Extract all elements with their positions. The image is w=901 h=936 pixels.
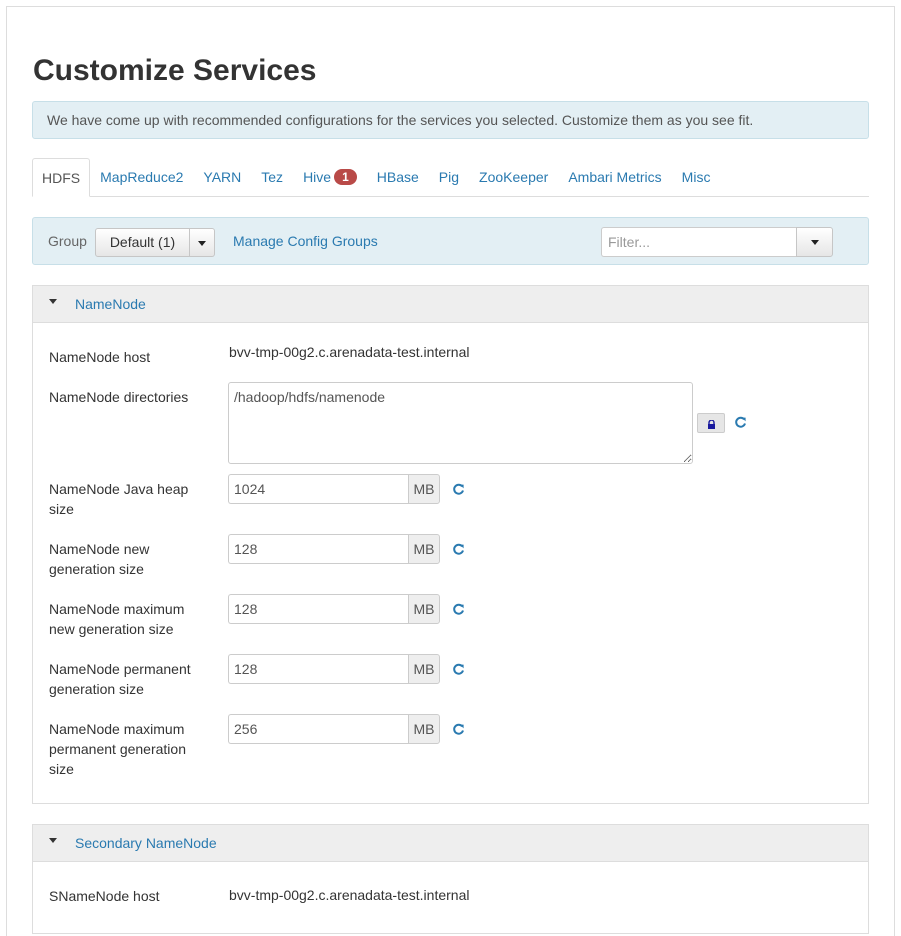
section-title[interactable]: NameNode xyxy=(75,296,146,312)
namenode-host-label: NameNode host xyxy=(49,349,151,365)
chevron-down-icon xyxy=(810,240,819,245)
section-header[interactable]: Secondary NameNode xyxy=(33,825,868,862)
tab-hdfs[interactable]: HDFS xyxy=(32,158,91,197)
new-gen-input[interactable] xyxy=(228,534,408,564)
perm-gen-input-group: MB xyxy=(228,654,440,684)
snamenode-host-label: SNameNode host xyxy=(49,888,160,904)
unit-addon: MB xyxy=(408,654,440,684)
unit-addon: MB xyxy=(408,714,440,744)
namenode-host-value: bvv-tmp-00g2.c.arenadata-test.internal xyxy=(229,344,470,360)
java-heap-input[interactable] xyxy=(228,474,408,504)
refresh-icon[interactable] xyxy=(452,483,465,496)
section-header[interactable]: NameNode xyxy=(33,286,868,323)
tab-yarn[interactable]: YARN xyxy=(193,158,251,196)
tab-pig[interactable]: Pig xyxy=(429,158,469,196)
filter-input[interactable] xyxy=(601,227,796,257)
tab-label: Tez xyxy=(261,169,284,185)
tab-hbase[interactable]: HBase xyxy=(367,158,429,196)
namenode-section: NameNode NameNode host bvv-tmp-00g2.c.ar… xyxy=(32,285,869,804)
collapse-caret-icon[interactable] xyxy=(49,299,57,304)
tab-mapreduce2[interactable]: MapReduce2 xyxy=(90,158,193,196)
max-new-gen-input[interactable] xyxy=(228,594,408,624)
filter-control xyxy=(601,227,833,257)
java-heap-label: NameNode Java heap size xyxy=(49,481,189,517)
tab-tez[interactable]: Tez xyxy=(251,158,293,196)
new-gen-input-group: MB xyxy=(228,534,440,564)
refresh-icon[interactable] xyxy=(452,543,465,556)
unit-addon: MB xyxy=(408,474,440,504)
filter-dropdown-button[interactable] xyxy=(796,227,833,257)
tab-label: HBase xyxy=(376,169,419,185)
max-new-gen-input-group: MB xyxy=(228,594,440,624)
tab-label: Ambari Metrics xyxy=(568,169,662,185)
unit-addon: MB xyxy=(408,534,440,564)
group-label: Group xyxy=(48,233,87,249)
refresh-icon[interactable] xyxy=(452,723,465,736)
snamenode-host-value: bvv-tmp-00g2.c.arenadata-test.internal xyxy=(229,887,470,903)
group-select-button[interactable]: Default (1) xyxy=(95,228,190,257)
tab-ambari-metrics[interactable]: Ambari Metrics xyxy=(558,158,671,196)
tab-label: ZooKeeper xyxy=(479,169,549,185)
refresh-icon[interactable] xyxy=(452,663,465,676)
info-alert: We have come up with recommended configu… xyxy=(32,101,869,139)
perm-gen-input[interactable] xyxy=(228,654,408,684)
chevron-down-icon xyxy=(198,240,206,246)
config-group-toolbar: Group Default (1) Manage Config Groups xyxy=(32,217,869,265)
tab-label: Pig xyxy=(438,169,460,185)
tab-label: YARN xyxy=(203,169,242,185)
page-title: Customize Services xyxy=(33,54,317,87)
max-perm-gen-input[interactable] xyxy=(228,714,408,744)
manage-config-groups-link[interactable]: Manage Config Groups xyxy=(233,233,378,249)
max-new-gen-label: NameNode maximum new generation size xyxy=(49,601,185,637)
refresh-icon[interactable] xyxy=(734,416,747,429)
group-dropdown-toggle[interactable] xyxy=(190,228,215,257)
final-lock-button[interactable] xyxy=(697,413,725,433)
service-tabs: HDFS MapReduce2 YARN Tez Hive 1 HBase Pig… xyxy=(32,158,869,197)
tab-label: MapReduce2 xyxy=(100,169,184,185)
tab-zookeeper[interactable]: ZooKeeper xyxy=(469,158,558,196)
issue-count-badge: 1 xyxy=(334,169,357,185)
secondary-namenode-section: Secondary NameNode SNameNode host bvv-tm… xyxy=(32,824,869,934)
new-gen-label: NameNode new generation size xyxy=(49,541,150,577)
lock-icon xyxy=(708,420,715,429)
max-perm-gen-input-group: MB xyxy=(228,714,440,744)
collapse-caret-icon[interactable] xyxy=(49,838,57,843)
tab-label: HDFS xyxy=(42,170,81,186)
tab-label: Misc xyxy=(681,169,711,185)
section-title[interactable]: Secondary NameNode xyxy=(75,835,217,851)
refresh-icon[interactable] xyxy=(452,603,465,616)
tab-label: Hive xyxy=(303,169,332,185)
unit-addon: MB xyxy=(408,594,440,624)
java-heap-input-group: MB xyxy=(228,474,440,504)
perm-gen-label: NameNode permanent generation size xyxy=(49,661,191,697)
tab-misc[interactable]: Misc xyxy=(672,158,721,196)
group-selector: Default (1) xyxy=(95,228,215,257)
tab-hive[interactable]: Hive 1 xyxy=(293,158,367,196)
max-perm-gen-label: NameNode maximum permanent generation si… xyxy=(49,721,186,777)
namenode-dirs-label: NameNode directories xyxy=(49,389,189,405)
namenode-dirs-textarea[interactable]: /hadoop/hdfs/namenode xyxy=(228,382,693,464)
